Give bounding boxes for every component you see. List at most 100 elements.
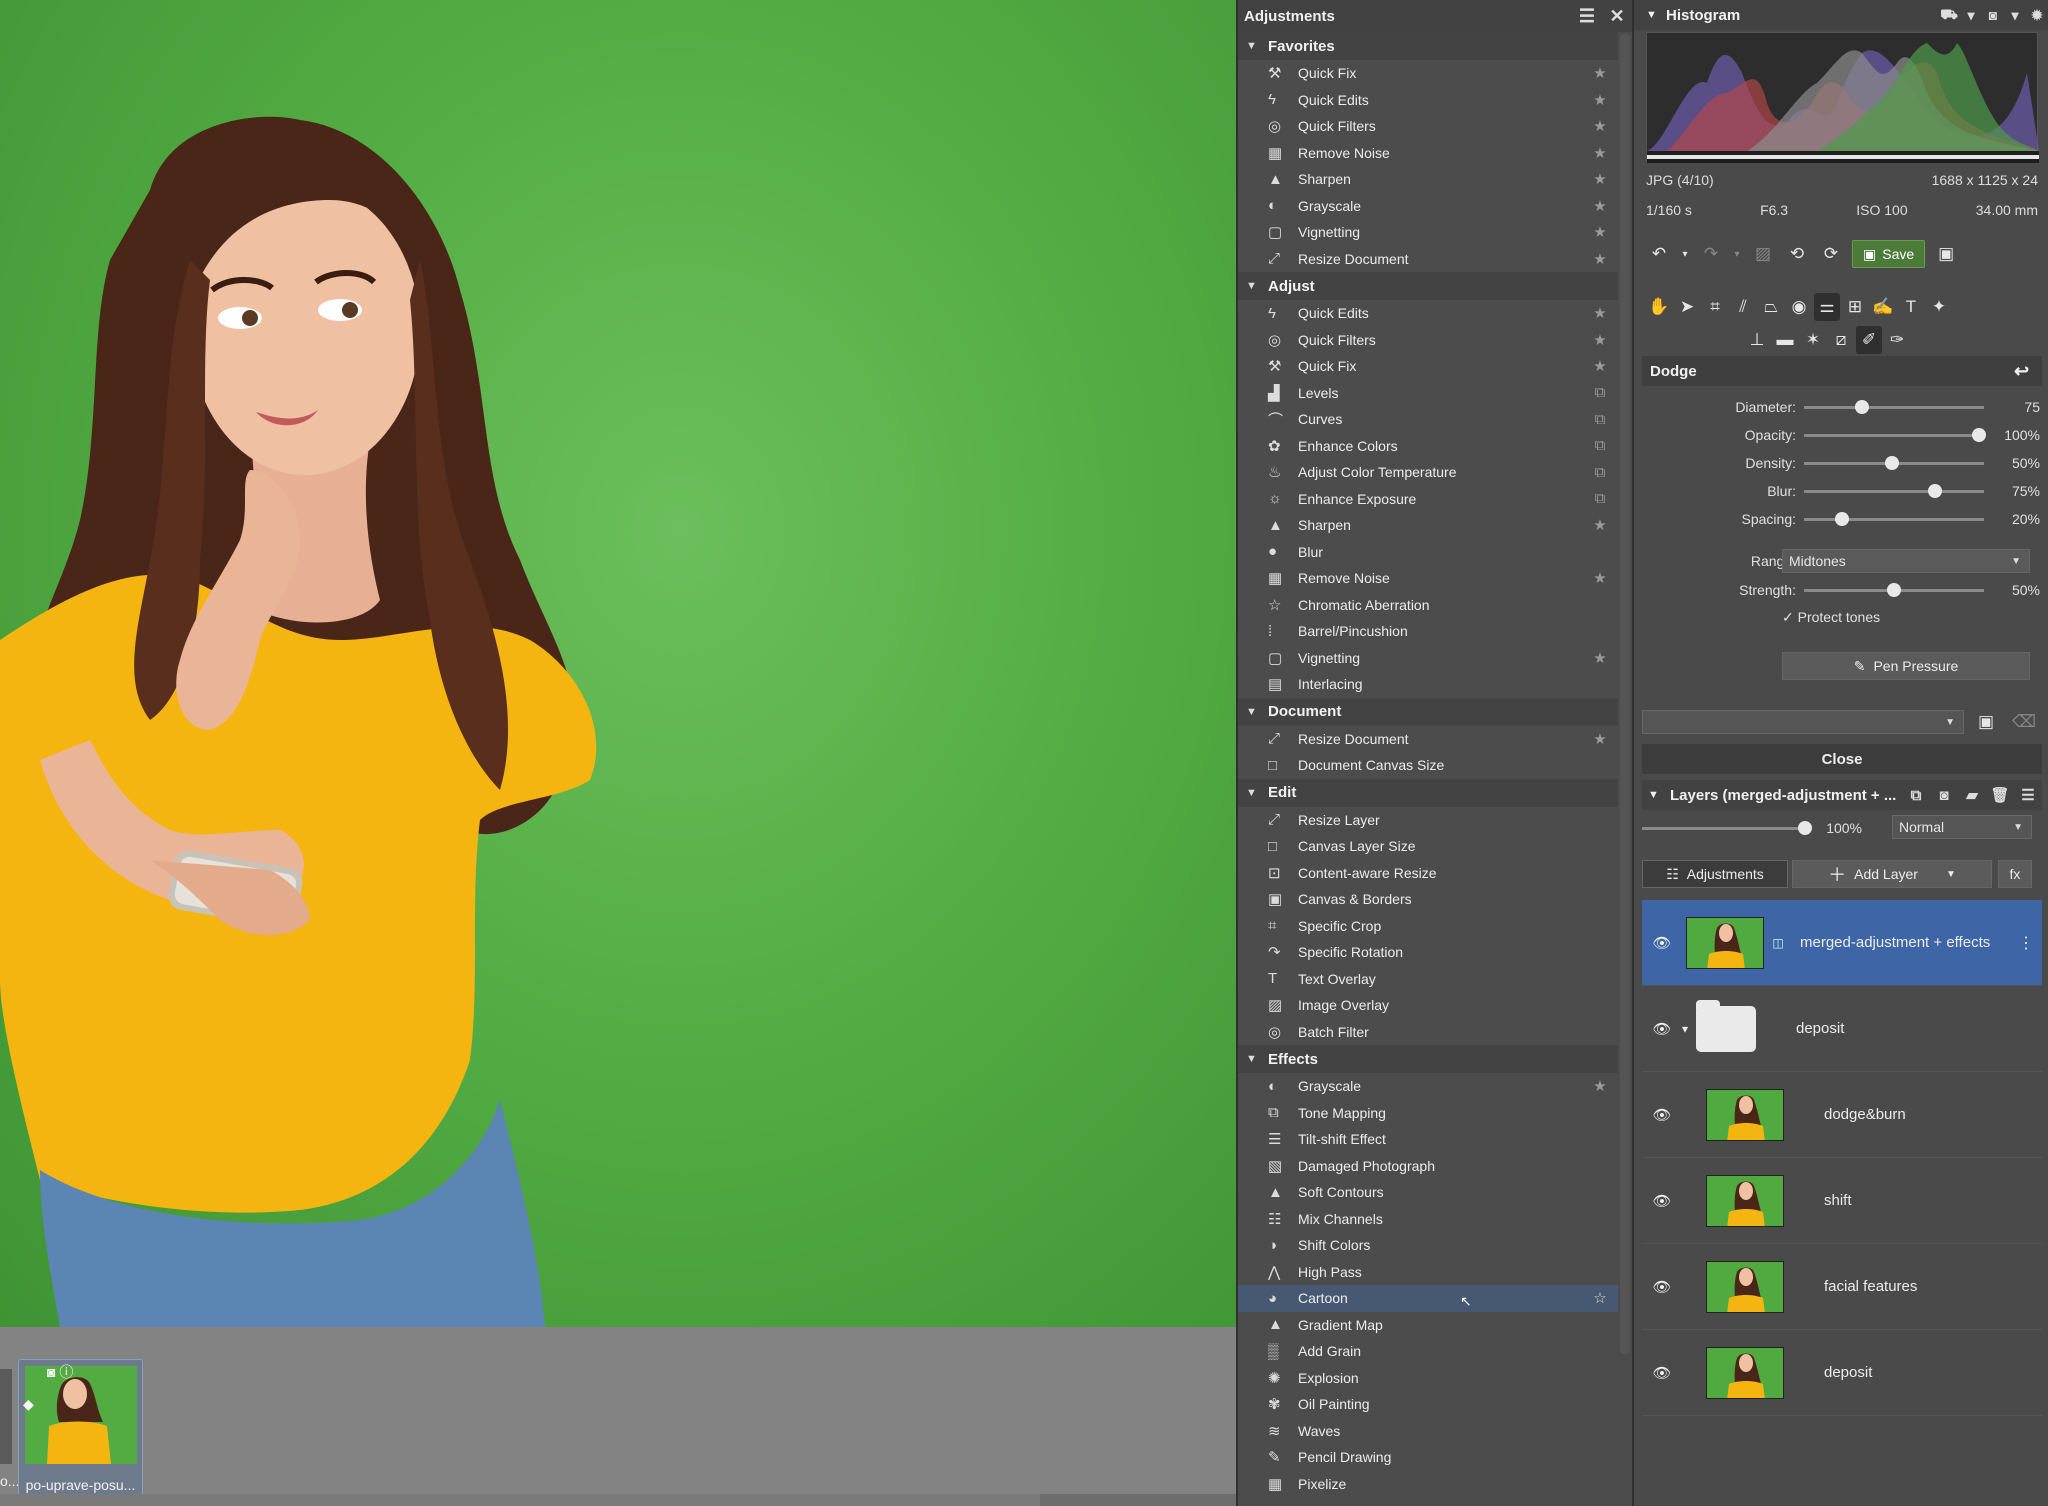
adjustment-item[interactable]: ▲ Sharpen ★	[1238, 166, 1618, 193]
adjustment-item[interactable]: ⧉ Tone Mapping	[1238, 1100, 1618, 1127]
visibility-eye-icon[interactable]: 👁	[1642, 1106, 1682, 1124]
adjustment-item[interactable]: ▤ Interlacing	[1238, 671, 1618, 698]
adjustment-item[interactable]: ◑ Shift Colors	[1238, 1232, 1618, 1259]
favorite-star-icon[interactable]: ★	[1582, 197, 1618, 215]
adjustment-item[interactable]: ⌗ Specific Crop	[1238, 913, 1618, 940]
cart-icon[interactable]: ⛟	[1938, 6, 1960, 25]
layer-mask-icon[interactable]: ◫	[1764, 936, 1792, 950]
layered-adjustment-icon[interactable]: ⧉	[1582, 464, 1618, 481]
redo-icon[interactable]: ↷	[1698, 240, 1724, 268]
adjustment-item[interactable]: ◎ Quick Filters ★	[1238, 113, 1618, 140]
adjustment-item[interactable]: ▧ Damaged Photograph	[1238, 1153, 1618, 1180]
visibility-eye-icon[interactable]: 👁	[1642, 1364, 1682, 1382]
crop-icon[interactable]: ⌗	[1702, 293, 1728, 321]
visibility-eye-icon[interactable]: 👁	[1642, 1020, 1682, 1038]
slider-track[interactable]	[1804, 427, 1986, 442]
adjustment-item[interactable]: ▦ Remove Noise ★	[1238, 565, 1618, 592]
layer-row[interactable]: 👁 facial features	[1642, 1244, 2042, 1330]
layered-adjustment-icon[interactable]: ⧉	[1582, 437, 1618, 454]
histogram-header[interactable]: ▼ Histogram ⛟ ▾ ◙ ▾ ✹	[1634, 0, 2048, 30]
adjustment-item[interactable]: ♨ Adjust Color Temperature ⧉	[1238, 459, 1618, 486]
filmstrip-scrollbar[interactable]	[0, 1494, 1236, 1506]
photo-canvas[interactable]	[0, 0, 1236, 1327]
adjustment-item[interactable]: ▦ Remove Noise ★	[1238, 140, 1618, 167]
settings-icon[interactable]: ✹	[2026, 7, 2048, 24]
filmstrip-prev-thumbnail[interactable]	[0, 1369, 12, 1464]
collapse-triangle-icon[interactable]: ▼	[1246, 1053, 1268, 1065]
adjustment-item[interactable]: ● Blur	[1238, 539, 1618, 566]
collapse-triangle-icon[interactable]: ▼	[1648, 789, 1670, 801]
burn-tool-icon[interactable]: ✑	[1884, 326, 1910, 354]
range-select[interactable]: Midtones ▼	[1782, 549, 2030, 573]
dropdown-arrow-icon[interactable]: ▾	[1960, 7, 1982, 24]
favorite-star-icon[interactable]: ★	[1582, 64, 1618, 82]
adjustment-item[interactable]: ⌒ Curves ⧉	[1238, 406, 1618, 433]
adjustment-item[interactable]: ⚒ Quick Fix ★	[1238, 60, 1618, 87]
adjustment-item[interactable]: ◐ Grayscale ★	[1238, 1073, 1618, 1100]
layer-opacity-knob[interactable]	[1797, 820, 1812, 835]
strength-slider[interactable]	[1804, 582, 1984, 597]
layer-options-icon[interactable]: ⋮	[2018, 933, 2042, 953]
adjustment-item[interactable]: ◐ Grayscale ★	[1238, 193, 1618, 220]
layered-adjustment-icon[interactable]: ⧉	[1582, 384, 1618, 401]
adjustment-item[interactable]: ϟ Quick Edits ★	[1238, 300, 1618, 327]
layer-opacity-slider[interactable]	[1642, 820, 1812, 835]
adjustment-item[interactable]: ☆ Chromatic Aberration	[1238, 592, 1618, 619]
image-icon[interactable]: ▨	[1750, 240, 1776, 268]
collapse-triangle-icon[interactable]: ▼	[1246, 280, 1268, 292]
save-preset-icon[interactable]: ▣	[1978, 712, 1994, 732]
adjustment-item[interactable]: ⊡ Content-aware Resize	[1238, 860, 1618, 887]
layer-row[interactable]: 👁 ◫ merged-adjustment + effects ⋮	[1642, 900, 2042, 986]
chevron-down-icon[interactable]: ▼	[1946, 869, 1956, 880]
add-layer-button[interactable]: ＋ Add Layer ▼	[1792, 860, 1992, 888]
favorite-star-icon[interactable]: ★	[1582, 250, 1618, 268]
visibility-eye-icon[interactable]: 👁	[1642, 934, 1682, 952]
adjustment-item[interactable]: ⤢ Resize Layer	[1238, 807, 1618, 834]
undo-icon[interactable]: ↶	[1646, 240, 1672, 268]
layer-row[interactable]: 👁 shift	[1642, 1158, 2042, 1244]
favorite-star-icon[interactable]: ★	[1582, 304, 1618, 322]
protect-tones-checkbox[interactable]: ✓ Protect tones	[1782, 609, 1880, 626]
adjustment-item[interactable]: ☰ Tilt-shift Effect	[1238, 1126, 1618, 1153]
adjustment-item[interactable]: T Text Overlay	[1238, 966, 1618, 993]
adjustment-item[interactable]: ⚒ Quick Fix ★	[1238, 353, 1618, 380]
favorite-star-icon[interactable]: ★	[1582, 144, 1618, 162]
adjustments-scrollbar[interactable]	[1620, 34, 1630, 1354]
slider-knob[interactable]	[1885, 455, 1900, 470]
adjustment-item[interactable]: □ Document Canvas Size	[1238, 752, 1618, 779]
adjustment-item[interactable]: ▢ Vignetting ★	[1238, 645, 1618, 672]
slider-track[interactable]	[1804, 399, 1984, 414]
favorite-star-icon[interactable]: ★	[1582, 516, 1618, 534]
collapse-triangle-icon[interactable]: ▼	[1646, 9, 1666, 21]
adjustment-item[interactable]: ≋ Waves	[1238, 1418, 1618, 1445]
slider-knob[interactable]	[1971, 427, 1986, 442]
adjustment-item[interactable]: ▨ Image Overlay	[1238, 992, 1618, 1019]
folder-icon[interactable]: ▰	[1958, 786, 1986, 804]
adjustment-item[interactable]: ▢ Vignetting ★	[1238, 219, 1618, 246]
filmstrip-thumbnail-selected[interactable]: ◙ ⓘ ◆ po-uprave-posu...	[18, 1359, 143, 1502]
favorite-star-icon[interactable]: ★	[1582, 170, 1618, 188]
collapse-triangle-icon[interactable]: ▼	[1246, 787, 1268, 799]
section-header-document[interactable]: ▼ Document	[1238, 697, 1618, 726]
camera-mode-icon[interactable]: ◙	[1982, 7, 2004, 23]
adjustment-item[interactable]: □ Canvas Layer Size	[1238, 833, 1618, 860]
collapse-triangle-icon[interactable]: ▼	[1246, 40, 1268, 52]
mask-icon[interactable]: ◙	[1930, 787, 1958, 804]
slider-knob[interactable]	[1834, 511, 1849, 526]
menu-icon[interactable]: ☰	[1572, 6, 1602, 27]
slider-knob[interactable]	[1928, 483, 1943, 498]
close-tool-button[interactable]: Close	[1642, 744, 2042, 774]
adjustment-item[interactable]: ⤢ Resize Document ★	[1238, 726, 1618, 753]
save-button[interactable]: ▣ Save	[1852, 240, 1926, 268]
dropdown-arrow-icon[interactable]: ▾	[1680, 240, 1690, 268]
section-header-effects[interactable]: ▼ Effects	[1238, 1045, 1618, 1073]
layered-adjustment-icon[interactable]: ⧉	[1582, 411, 1618, 428]
favorite-star-icon[interactable]: ★	[1582, 569, 1618, 587]
favorite-star-icon[interactable]: ★	[1582, 91, 1618, 109]
menu-icon[interactable]: ☰	[2014, 786, 2042, 804]
layer-group-row[interactable]: 👁 ▾ deposit	[1642, 986, 2042, 1072]
brush-adjust-icon[interactable]: ✍	[1870, 293, 1896, 321]
adjustment-item[interactable]: ✺ Explosion	[1238, 1365, 1618, 1392]
save-as-icon[interactable]: ▣	[1933, 240, 1959, 268]
preset-select[interactable]: ▼	[1642, 710, 1964, 734]
